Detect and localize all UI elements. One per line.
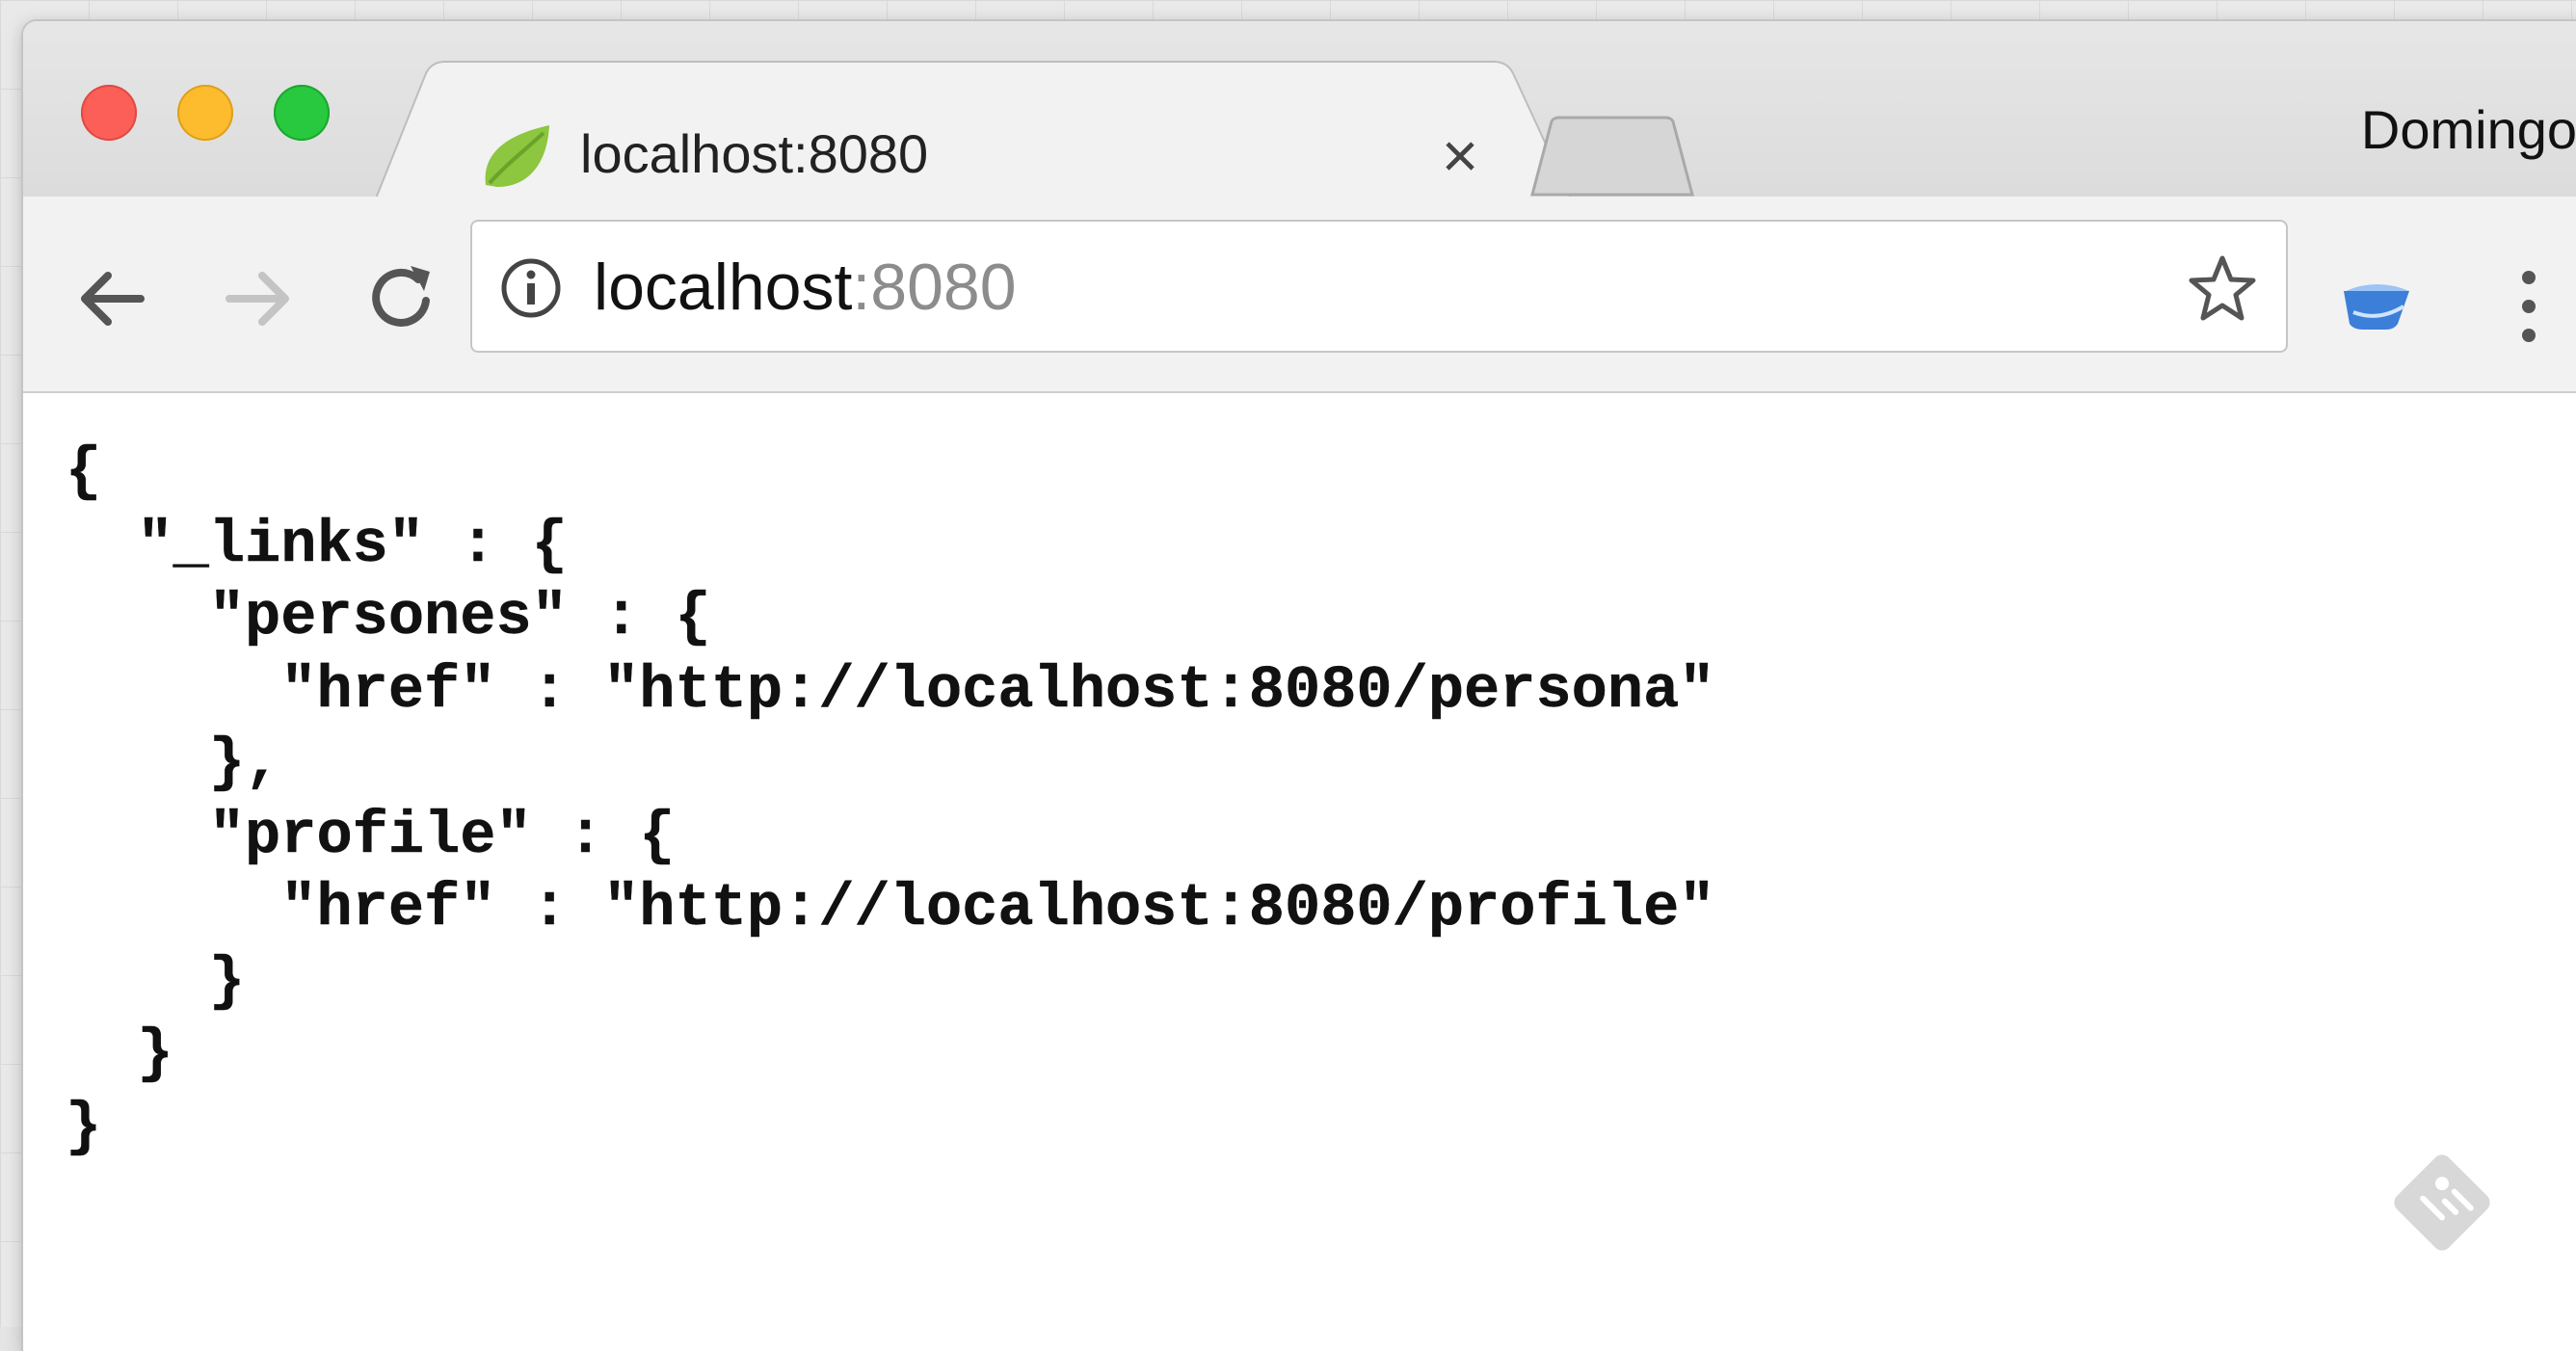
json-line: "_links" : { [66, 510, 568, 579]
tab-title: localhost:8080 [580, 123, 929, 184]
minimize-window-button[interactable] [177, 85, 233, 141]
url-host: localhost [594, 251, 853, 324]
toolbar: localhost:8080 [23, 197, 2576, 393]
tab-strip: localhost:8080 × Domingo [23, 21, 2576, 199]
json-line: "href" : "http://localhost:8080/profile" [66, 874, 1715, 942]
page-content: { "_links" : { "persones" : { "href" : "… [23, 393, 2576, 1351]
watermark-tag-icon [2394, 1154, 2490, 1251]
json-line: }, [66, 728, 281, 797]
arrow-left-icon[interactable] [73, 260, 150, 337]
star-icon[interactable] [2186, 252, 2259, 326]
json-line: } [66, 1020, 173, 1088]
url-port: :8080 [852, 251, 1017, 324]
spring-leaf-icon [485, 125, 549, 187]
maximize-window-button[interactable] [274, 85, 330, 141]
extension-icon[interactable] [2340, 274, 2413, 331]
browser-window: localhost:8080 × Domingo localhost:8080 [23, 21, 2576, 1351]
json-line: "href" : "http://localhost:8080/persona" [66, 655, 1715, 725]
profile-name[interactable]: Domingo [2361, 98, 2576, 161]
json-line: "persones" : { [66, 583, 711, 651]
close-window-button[interactable] [81, 85, 137, 141]
json-response: { "_links" : { "persones" : { "href" : "… [66, 436, 1715, 1163]
json-line: } [66, 946, 246, 1016]
reload-icon[interactable] [364, 260, 441, 337]
new-tab-button[interactable] [1528, 116, 1696, 199]
kebab-menu-icon[interactable] [2515, 266, 2542, 347]
tab-localhost[interactable]: localhost:8080 × [376, 60, 1571, 199]
info-icon[interactable] [499, 256, 563, 320]
arrow-right-icon[interactable] [220, 260, 297, 337]
json-line: { [66, 437, 102, 506]
json-line: "profile" : { [66, 801, 676, 870]
address-bar[interactable]: localhost:8080 [470, 220, 2288, 353]
json-line: } [66, 1092, 102, 1161]
tab-close-icon[interactable]: × [1426, 121, 1494, 189]
url-text[interactable]: localhost:8080 [594, 243, 1017, 331]
